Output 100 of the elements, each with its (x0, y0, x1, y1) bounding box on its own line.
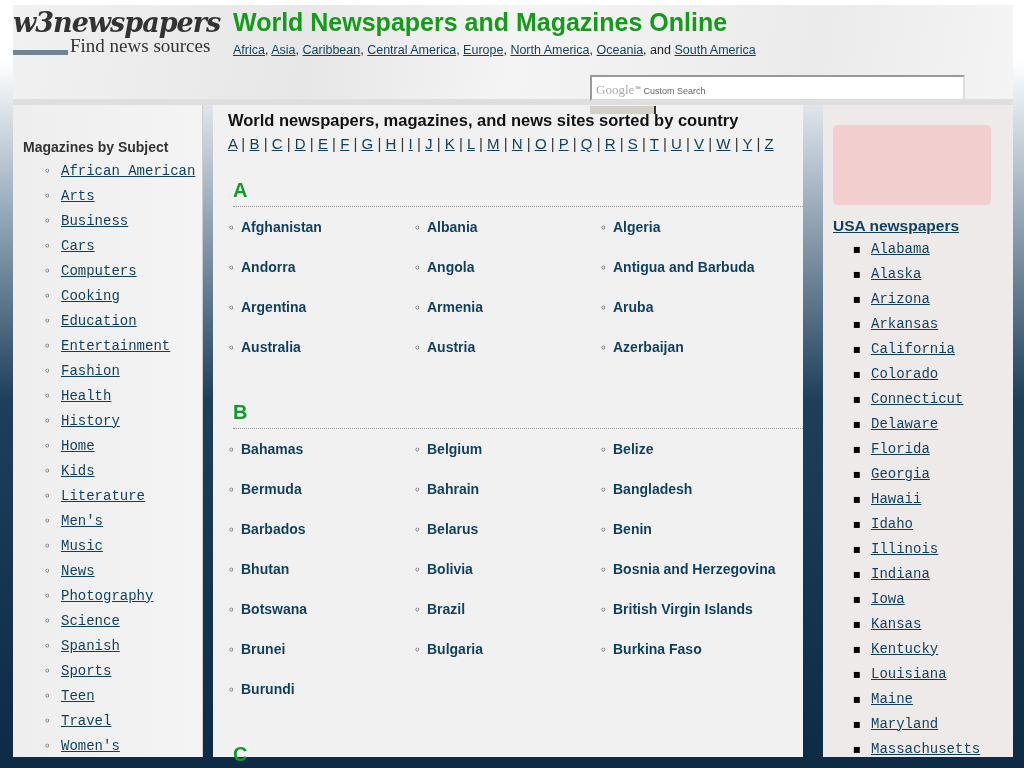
state-link[interactable]: Arkansas (871, 315, 939, 332)
letter-link[interactable]: H (385, 134, 397, 152)
state-link[interactable]: Indiana (871, 565, 930, 582)
country-link[interactable]: Armenia (427, 299, 484, 316)
country-link[interactable]: Brunei (241, 641, 286, 658)
state-link[interactable]: Illinois (871, 540, 939, 557)
letter-link[interactable]: Y (742, 134, 753, 152)
subject-link[interactable]: Teen (61, 687, 95, 704)
subject-link[interactable]: Entertainment (61, 337, 171, 354)
state-link[interactable]: Alabama (871, 240, 930, 257)
country-link[interactable]: Bahrain (427, 481, 480, 498)
subject-link[interactable]: History (61, 412, 120, 429)
state-link[interactable]: Georgia (871, 465, 930, 482)
region-link[interactable]: Asia (271, 42, 296, 57)
subject-link[interactable]: Business (61, 212, 129, 229)
country-link[interactable]: Bolivia (427, 561, 473, 578)
letter-link[interactable]: R (604, 134, 616, 152)
state-link[interactable]: Louisiana (871, 665, 947, 682)
state-link[interactable]: Idaho (871, 515, 913, 532)
state-link[interactable]: Alaska (871, 265, 922, 282)
usa-newspapers-link[interactable]: USA newspapers (833, 217, 960, 234)
country-link[interactable]: Argentina (241, 299, 307, 316)
subject-link[interactable]: Women's (61, 737, 120, 754)
letter-link[interactable]: U (671, 134, 682, 152)
subject-link[interactable]: Cooking (61, 287, 120, 304)
letter-link[interactable]: O (534, 134, 547, 152)
letter-link[interactable]: Z (764, 134, 774, 152)
country-link[interactable]: Bermuda (241, 481, 302, 498)
country-link[interactable]: British Virgin Islands (613, 601, 753, 618)
subject-link[interactable]: Men's (61, 512, 103, 529)
subject-link[interactable]: Fashion (61, 362, 120, 379)
country-link[interactable]: Angola (427, 259, 475, 276)
subject-link[interactable]: News (61, 562, 95, 579)
letter-link[interactable]: C (271, 134, 283, 152)
subject-link[interactable]: Spanish (61, 637, 120, 654)
letter-link[interactable]: G (361, 134, 374, 152)
country-link[interactable]: Bosnia and Herzegovina (613, 561, 776, 578)
site-logo[interactable]: w3newspapers (13, 7, 221, 38)
state-link[interactable]: Florida (871, 440, 930, 457)
country-link[interactable]: Antigua and Barbuda (613, 259, 755, 276)
letter-link[interactable]: E (317, 134, 328, 152)
letter-link[interactable]: M (487, 134, 500, 152)
region-link[interactable]: South America (674, 42, 756, 57)
state-link[interactable]: Kansas (871, 615, 922, 632)
country-link[interactable]: Bulgaria (427, 641, 483, 658)
country-link[interactable]: Belgium (427, 441, 483, 458)
region-link[interactable]: North America (510, 42, 590, 57)
state-link[interactable]: Maine (871, 690, 913, 707)
letter-link[interactable]: D (294, 134, 306, 152)
country-link[interactable]: Bahamas (241, 441, 304, 458)
search-field[interactable]: Google$^{™}$ Custom Search (590, 75, 965, 101)
letter-link[interactable]: A (228, 134, 238, 152)
subject-link[interactable]: Arts (61, 187, 95, 204)
letter-link[interactable]: F (340, 134, 350, 152)
state-link[interactable]: Maryland (871, 715, 939, 732)
region-link[interactable]: Africa (233, 42, 265, 57)
letter-link[interactable]: K (444, 134, 455, 152)
subject-link[interactable]: Computers (61, 262, 137, 279)
subject-link[interactable]: Literature (61, 487, 145, 504)
subject-link[interactable]: African American (61, 162, 196, 179)
state-link[interactable]: Hawaii (871, 490, 922, 507)
subject-link[interactable]: Music (61, 537, 103, 554)
state-link[interactable]: Kentucky (871, 640, 939, 657)
country-link[interactable]: Azerbaijan (613, 339, 684, 356)
country-link[interactable]: Algeria (613, 219, 661, 236)
letter-link[interactable]: I (408, 134, 413, 152)
state-link[interactable]: Delaware (871, 415, 939, 432)
letter-link[interactable]: V (694, 134, 705, 152)
country-link[interactable]: Bhutan (241, 561, 290, 578)
state-link[interactable]: Connecticut (871, 390, 964, 407)
country-link[interactable]: Aruba (613, 299, 654, 316)
letter-link[interactable]: T (649, 134, 659, 152)
letter-link[interactable]: S (627, 134, 638, 152)
subject-link[interactable]: Kids (61, 462, 95, 479)
letter-link[interactable]: P (558, 134, 569, 152)
country-link[interactable]: Austria (427, 339, 476, 356)
country-link[interactable]: Bangladesh (613, 481, 693, 498)
state-link[interactable]: Massachusetts (871, 740, 981, 757)
country-link[interactable]: Andorra (241, 259, 296, 276)
subject-link[interactable]: Home (61, 437, 95, 454)
subject-link[interactable]: Travel (61, 712, 112, 729)
subject-link[interactable]: Education (61, 312, 137, 329)
subject-link[interactable]: Sports (61, 662, 112, 679)
country-link[interactable]: Burkina Faso (613, 641, 702, 658)
country-link[interactable]: Barbados (241, 521, 306, 538)
subject-link[interactable]: Science (61, 612, 120, 629)
country-link[interactable]: Albania (427, 219, 478, 236)
subject-link[interactable]: Cars (61, 237, 95, 254)
letter-link[interactable]: W (716, 134, 731, 152)
country-link[interactable]: Benin (613, 521, 652, 538)
letter-link[interactable]: N (511, 134, 523, 152)
letter-link[interactable]: B (249, 134, 260, 152)
subject-link[interactable]: Health (61, 387, 112, 404)
state-link[interactable]: Colorado (871, 365, 939, 382)
letter-link[interactable]: L (467, 134, 475, 152)
subject-link[interactable]: Photography (61, 587, 154, 604)
country-link[interactable]: Afghanistan (241, 219, 322, 236)
country-link[interactable]: Burundi (241, 681, 295, 698)
state-link[interactable]: Iowa (871, 590, 905, 607)
country-link[interactable]: Brazil (427, 601, 466, 618)
